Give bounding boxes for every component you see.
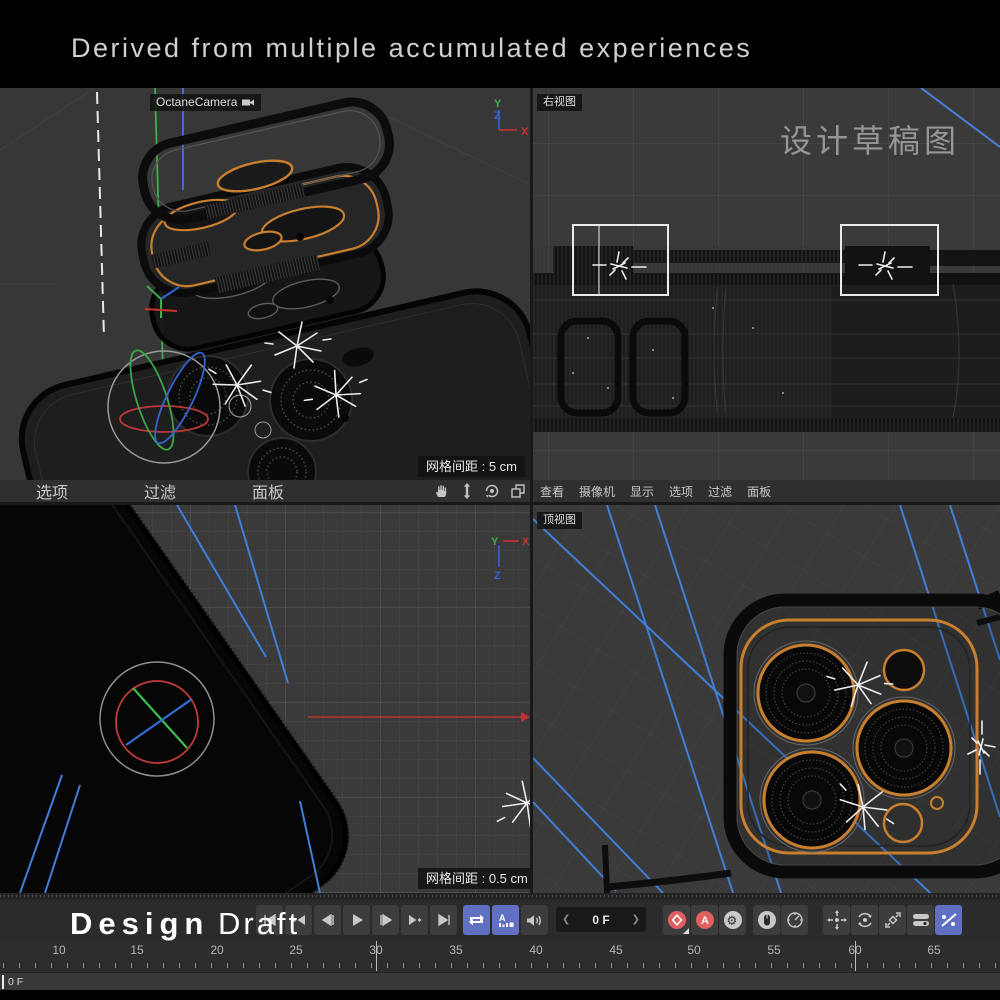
view-axis-gizmo: Y Z X [494,98,529,138]
frame-field[interactable]: ❮ 0 F ❯ [556,907,646,932]
keying-settings-button[interactable]: ⚙ [719,905,746,935]
svg-text:Y: Y [491,536,499,548]
next-frame-button[interactable] [372,905,399,935]
frame-dec-icon[interactable]: ❮ [562,914,570,925]
menu-panel[interactable]: 面板 [747,483,771,500]
timeline-scrubber[interactable]: 0 F [0,972,1000,990]
volume-button[interactable] [521,905,548,935]
ruler-marker-60 [855,941,856,971]
camera-icon [241,97,255,108]
ruler-marker-30 [376,941,377,971]
viewport-front-view[interactable]: Y X Z 网格间距 : 0.5 cm [0,505,530,893]
svg-text:X: X [521,126,529,138]
ruler-tick-label: 10 [43,943,75,957]
phone-silhouette [0,505,373,893]
svg-text:Z: Z [494,570,501,582]
record-position-button[interactable] [823,905,850,935]
menu-filter[interactable]: 过滤 [708,483,732,500]
record-parameter-button[interactable] [907,905,934,935]
svg-text:A: A [499,913,506,923]
perspective-wireframe: Y Z X [0,88,530,480]
menu-filter[interactable]: 过滤 [144,479,176,503]
viewport-right-view[interactable]: 右视图 设计草稿图 [533,88,1000,480]
perspective-menubar: 选项 过滤 面板 [0,480,530,502]
viewport-perspective[interactable]: Y Z X OctaneCamera 网格间距 : 5 cm [0,88,530,480]
record-mouse-button[interactable] [753,905,780,935]
next-key-button[interactable] [401,905,428,935]
maximize-icon[interactable] [510,483,526,499]
ruler-tick-label: 20 [201,943,233,957]
ruler-tick-label: 40 [520,943,552,957]
menu-display[interactable]: 显示 [630,483,654,500]
keyframe-selection-button[interactable] [781,905,808,935]
prev-frame-button[interactable] [314,905,341,935]
design-draft-watermark: Design Draft [70,906,300,942]
viewport-name-badge: 顶视图 [537,512,582,529]
ruler-tick-label: 50 [678,943,710,957]
record-rotation-button[interactable] [851,905,878,935]
record-scale-button[interactable] [879,905,906,935]
dolly-icon[interactable] [460,483,474,499]
go-to-end-button[interactable] [430,905,457,935]
view-axis-gizmo: Y X Z [491,536,530,582]
header-title: Derived from multiple accumulated experi… [71,33,752,64]
ruler-tick-label: 15 [121,943,153,957]
sketch-starburst [488,771,530,837]
menu-panel[interactable]: 面板 [252,479,284,503]
record-keyframe-button[interactable] [663,905,690,935]
x-axis-arrow [308,712,530,722]
svg-text:Z: Z [494,110,501,122]
camera-label[interactable]: OctaneCamera [150,94,261,111]
menu-options[interactable]: 选项 [669,483,693,500]
play-mode-button[interactable]: A [492,905,519,935]
menu-options[interactable]: 选项 [36,479,68,503]
design-draft-light: Draft [218,906,300,941]
dropdown-corner-icon [683,928,689,934]
playhead[interactable] [2,975,4,989]
svg-text:Y: Y [494,98,502,110]
timeline-tick-strip[interactable] [0,962,1000,972]
svg-text:⚙: ⚙ [726,914,737,928]
design-draft-bold: Design [70,906,209,941]
ruler-tick-label: 45 [600,943,632,957]
viewport-top-view[interactable]: 顶视图 [533,505,1000,893]
ruler-tick-label: 25 [280,943,312,957]
ruler-tick-label: 55 [758,943,790,957]
hand-icon[interactable] [434,483,450,499]
ruler-tick-label: 65 [918,943,950,957]
phone-side-wireframe [533,246,1000,432]
svg-text:X: X [522,536,530,548]
cn-watermark: 设计草稿图 [780,116,960,162]
play-button[interactable] [343,905,370,935]
autokey-button[interactable]: A [691,905,718,935]
front-view-wireframe: Y X Z [0,505,530,893]
svg-text:A: A [701,915,709,927]
ruler-tick-label: 35 [440,943,472,957]
menu-view[interactable]: 查看 [540,483,564,500]
menu-camera[interactable]: 摄像机 [579,483,615,500]
playhead-label: 0 F [8,976,23,988]
right-view-menubar: 查看 摄像机 显示 选项 过滤 面板 [533,480,1000,502]
grid-spacing-label: 网格间距 : 0.5 cm [418,868,530,889]
timeline-ruler[interactable]: 10 15 20 25 30 35 40 45 50 55 60 65 [0,940,1000,962]
sensor-circle [884,804,922,842]
record-pla-button[interactable] [935,905,962,935]
white-dashed-guide [97,92,104,338]
top-view-wireframe [533,505,1000,893]
viewport-name-badge: 右视图 [537,94,582,111]
frame-inc-icon[interactable]: ❯ [632,914,640,925]
loop-mode-button[interactable] [463,905,490,935]
bottom-black-strip [0,990,1000,1000]
header-bar: Derived from multiple accumulated experi… [0,0,1000,88]
grid-spacing-label: 网格间距 : 5 cm [418,456,525,477]
frame-field-value: 0 F [592,913,609,927]
orbit-icon[interactable] [484,483,500,499]
